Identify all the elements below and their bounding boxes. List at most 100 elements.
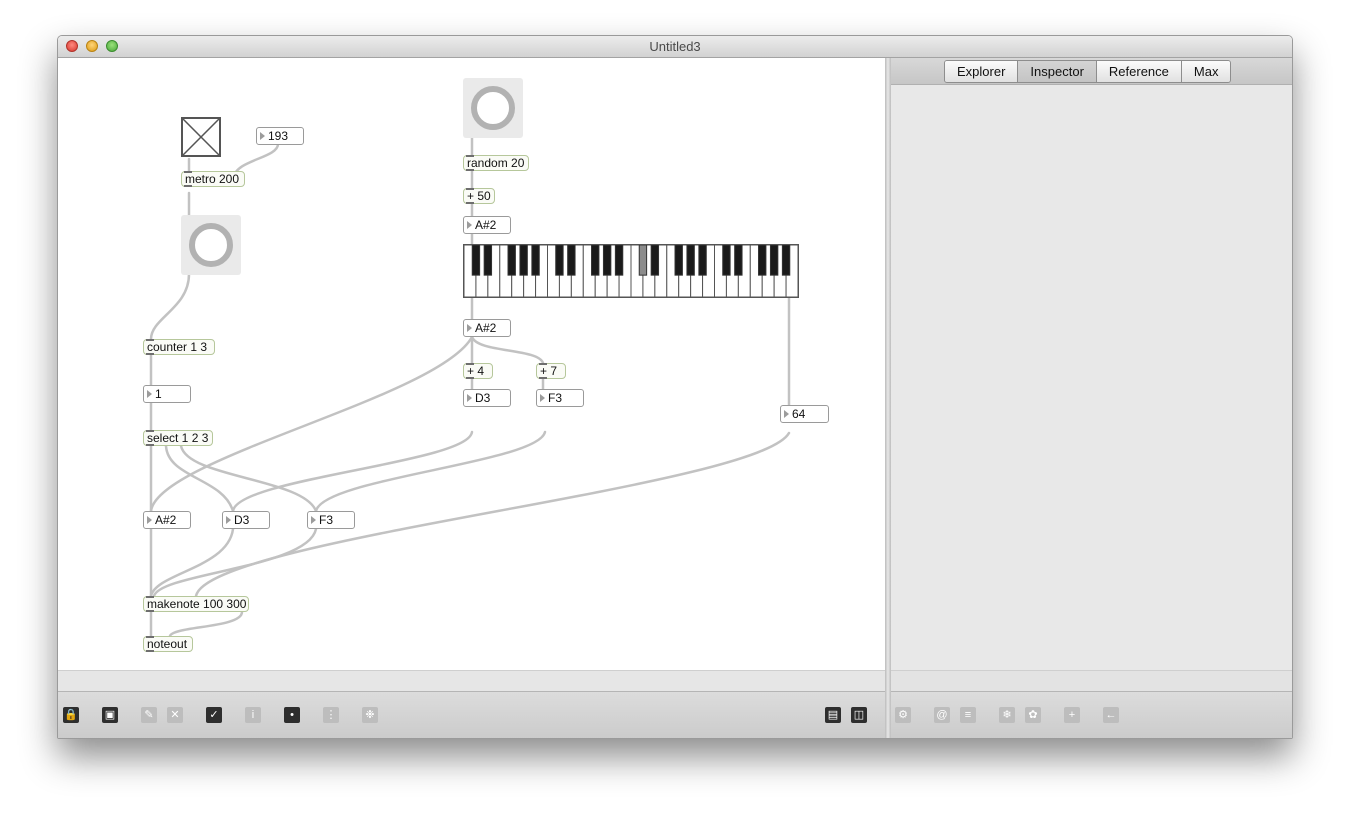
flower-icon[interactable]: ✿ bbox=[1025, 707, 1041, 723]
black-key[interactable] bbox=[507, 244, 516, 276]
slider-icon[interactable]: • bbox=[284, 707, 300, 723]
sidebar-tabs: Explorer Inspector Reference Max bbox=[944, 60, 1232, 83]
black-key[interactable] bbox=[602, 244, 612, 276]
canvas-horizontal-scrollbar[interactable] bbox=[58, 670, 885, 691]
noteout-object[interactable]: noteout bbox=[143, 636, 193, 652]
velocity-value: 64 bbox=[792, 407, 806, 421]
plus-7-object[interactable]: + 7 bbox=[536, 363, 566, 379]
bang-ring-icon bbox=[189, 223, 233, 267]
black-key[interactable] bbox=[734, 244, 743, 276]
black-key[interactable] bbox=[555, 244, 564, 276]
edit-wand-icon[interactable]: ✎ bbox=[141, 707, 157, 723]
patcher-canvas[interactable]: 193 metro 200 counter 1 3 1 select 1 2 3… bbox=[58, 58, 885, 670]
black-key[interactable] bbox=[531, 244, 540, 276]
tab-explorer[interactable]: Explorer bbox=[945, 61, 1018, 82]
number-triangle-icon bbox=[147, 390, 152, 398]
black-key[interactable] bbox=[769, 244, 779, 276]
split-vertical-icon[interactable]: ◫ bbox=[851, 707, 867, 723]
tab-max[interactable]: Max bbox=[1180, 61, 1231, 82]
output-note-2[interactable]: D3 bbox=[222, 511, 270, 529]
window-title: Untitled3 bbox=[649, 39, 701, 54]
black-key[interactable] bbox=[758, 244, 767, 276]
fifth-value: F3 bbox=[548, 391, 563, 405]
black-key[interactable] bbox=[781, 244, 791, 276]
sidebar-panel: Explorer Inspector Reference Max ⚙ @ ≡ ❄… bbox=[891, 58, 1292, 738]
output-note-3[interactable]: F3 bbox=[307, 511, 355, 529]
black-key[interactable] bbox=[650, 244, 660, 276]
sidebar-tab-bar: Explorer Inspector Reference Max bbox=[891, 58, 1292, 85]
counter-object[interactable]: counter 1 3 bbox=[143, 339, 215, 355]
plus-4-object[interactable]: + 4 bbox=[463, 363, 493, 379]
title-bar[interactable]: Untitled3 bbox=[58, 36, 1292, 58]
black-key[interactable] bbox=[698, 244, 707, 276]
black-key-active[interactable] bbox=[638, 244, 648, 276]
output-note-2-value: D3 bbox=[234, 513, 250, 527]
grid-icon[interactable]: ⋮ bbox=[323, 707, 339, 723]
back-arrow-icon[interactable]: ← bbox=[1103, 707, 1119, 723]
number-triangle-icon bbox=[540, 394, 545, 402]
black-key[interactable] bbox=[686, 244, 695, 276]
info-icon[interactable]: i bbox=[245, 707, 261, 723]
metro-object[interactable]: metro 200 bbox=[181, 171, 245, 187]
black-key[interactable] bbox=[722, 244, 731, 276]
number-triangle-icon bbox=[467, 394, 472, 402]
sidebar-scrollbar[interactable] bbox=[891, 670, 1292, 691]
lock-icon[interactable]: 🔒 bbox=[63, 707, 79, 723]
debug-icon[interactable]: ✓ bbox=[206, 707, 222, 723]
black-key[interactable] bbox=[483, 244, 493, 276]
tab-inspector[interactable]: Inspector bbox=[1017, 61, 1096, 82]
bang-button-right[interactable] bbox=[463, 78, 523, 138]
snap-icon[interactable]: ❉ bbox=[362, 707, 378, 723]
velocity-number-box[interactable]: 64 bbox=[780, 405, 829, 423]
output-note-1[interactable]: A#2 bbox=[143, 511, 191, 529]
number-triangle-icon bbox=[147, 516, 152, 524]
clear-icon[interactable]: ✕ bbox=[167, 707, 183, 723]
patcher-toolbar: 🔒 ▣ ✎ ✕ ✓ i • ⋮ ❉ ▤ ◫ bbox=[58, 691, 885, 738]
toggle-x-icon bbox=[182, 118, 220, 156]
note-number-box-top[interactable]: A#2 bbox=[463, 216, 511, 234]
black-key[interactable] bbox=[471, 244, 481, 276]
number-triangle-icon bbox=[311, 516, 316, 524]
third-value: D3 bbox=[475, 391, 491, 405]
bang-button-left[interactable] bbox=[181, 215, 241, 275]
plus-50-object[interactable]: + 50 bbox=[463, 188, 495, 204]
note-number-box-kbd[interactable]: A#2 bbox=[463, 319, 511, 337]
number-triangle-icon bbox=[260, 132, 265, 140]
black-key[interactable] bbox=[674, 244, 683, 276]
note-kbd-value: A#2 bbox=[475, 321, 497, 335]
toggle-button[interactable] bbox=[181, 117, 221, 157]
number-triangle-icon bbox=[784, 410, 789, 418]
output-note-1-value: A#2 bbox=[155, 513, 177, 527]
black-key[interactable] bbox=[567, 244, 576, 276]
output-note-3-value: F3 bbox=[319, 513, 334, 527]
kslider-keyboard[interactable] bbox=[463, 244, 799, 298]
black-key[interactable] bbox=[519, 244, 528, 276]
sidebar-toolbar: ⚙ @ ≡ ❄ ✿ + ← bbox=[891, 691, 1292, 738]
random-object[interactable]: random 20 bbox=[463, 155, 529, 171]
fifth-number-box[interactable]: F3 bbox=[536, 389, 584, 407]
black-key[interactable] bbox=[614, 244, 624, 276]
at-icon[interactable]: @ bbox=[934, 707, 950, 723]
count-value: 1 bbox=[155, 387, 162, 401]
bang-ring-icon bbox=[471, 86, 515, 130]
snowflake-icon[interactable]: ❄ bbox=[999, 707, 1015, 723]
interval-number-box[interactable]: 193 bbox=[256, 127, 304, 145]
number-triangle-icon bbox=[226, 516, 231, 524]
patcher-window: Untitled3 193 metro 200 counter 1 3 1 se… bbox=[57, 35, 1293, 739]
gear-icon[interactable]: ⚙ bbox=[895, 707, 911, 723]
black-key[interactable] bbox=[591, 244, 600, 276]
list-icon[interactable]: ≡ bbox=[960, 707, 976, 723]
note-top-value: A#2 bbox=[475, 218, 497, 232]
select-object[interactable]: select 1 2 3 bbox=[143, 430, 213, 446]
tab-reference[interactable]: Reference bbox=[1095, 61, 1181, 82]
number-triangle-icon bbox=[467, 221, 472, 229]
interval-value: 193 bbox=[268, 129, 289, 143]
split-horizontal-icon[interactable]: ▤ bbox=[825, 707, 841, 723]
makenote-object[interactable]: makenote 100 300 bbox=[143, 596, 249, 612]
third-number-box[interactable]: D3 bbox=[463, 389, 511, 407]
plus-icon[interactable]: + bbox=[1064, 707, 1080, 723]
count-number-box[interactable]: 1 bbox=[143, 385, 191, 403]
piano-keys[interactable] bbox=[463, 244, 799, 298]
number-triangle-icon bbox=[467, 324, 472, 332]
presentation-icon[interactable]: ▣ bbox=[102, 707, 118, 723]
